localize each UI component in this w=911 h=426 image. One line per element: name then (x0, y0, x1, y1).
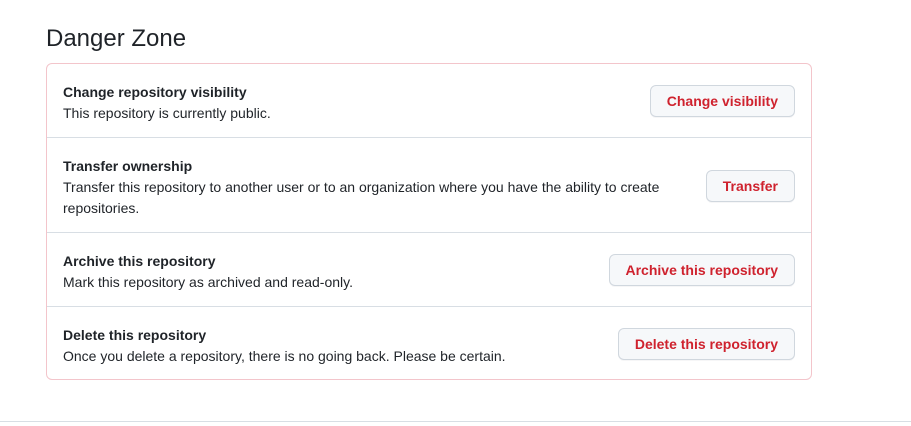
row-description: Mark this repository as archived and rea… (63, 274, 353, 290)
row-title: Archive this repository (63, 253, 216, 269)
row-description: Once you delete a repository, there is n… (63, 348, 506, 364)
row-title: Transfer ownership (63, 158, 193, 174)
row-description: This repository is currently public. (63, 105, 271, 121)
delete-repository-button[interactable]: Delete this repository (617, 328, 795, 360)
row-text: Transfer ownership Transfer this reposit… (63, 156, 683, 219)
danger-zone-heading: Danger Zone (46, 25, 187, 52)
row-title: Delete this repository (63, 327, 207, 343)
row-title: Change repository visibility (63, 84, 247, 100)
row-change-visibility: Change repository visibility This reposi… (47, 64, 811, 138)
row-delete-repository: Delete this repository Once you delete a… (47, 307, 811, 379)
bottom-divider (0, 421, 911, 422)
row-text: Delete this repository Once you delete a… (63, 325, 623, 367)
row-archive-repository: Archive this repository Mark this reposi… (47, 233, 811, 307)
transfer-button[interactable]: Transfer (705, 170, 795, 202)
row-text: Archive this repository Mark this reposi… (63, 251, 603, 293)
row-text: Change repository visibility This reposi… (63, 82, 663, 124)
change-visibility-button[interactable]: Change visibility (649, 85, 795, 117)
row-transfer-ownership: Transfer ownership Transfer this reposit… (47, 138, 811, 233)
archive-repository-button[interactable]: Archive this repository (608, 254, 795, 286)
danger-zone-box: Change repository visibility This reposi… (46, 63, 812, 380)
danger-zone-page: Danger Zone Change repository visibility… (0, 0, 911, 426)
row-description: Transfer this repository to another user… (63, 179, 660, 216)
